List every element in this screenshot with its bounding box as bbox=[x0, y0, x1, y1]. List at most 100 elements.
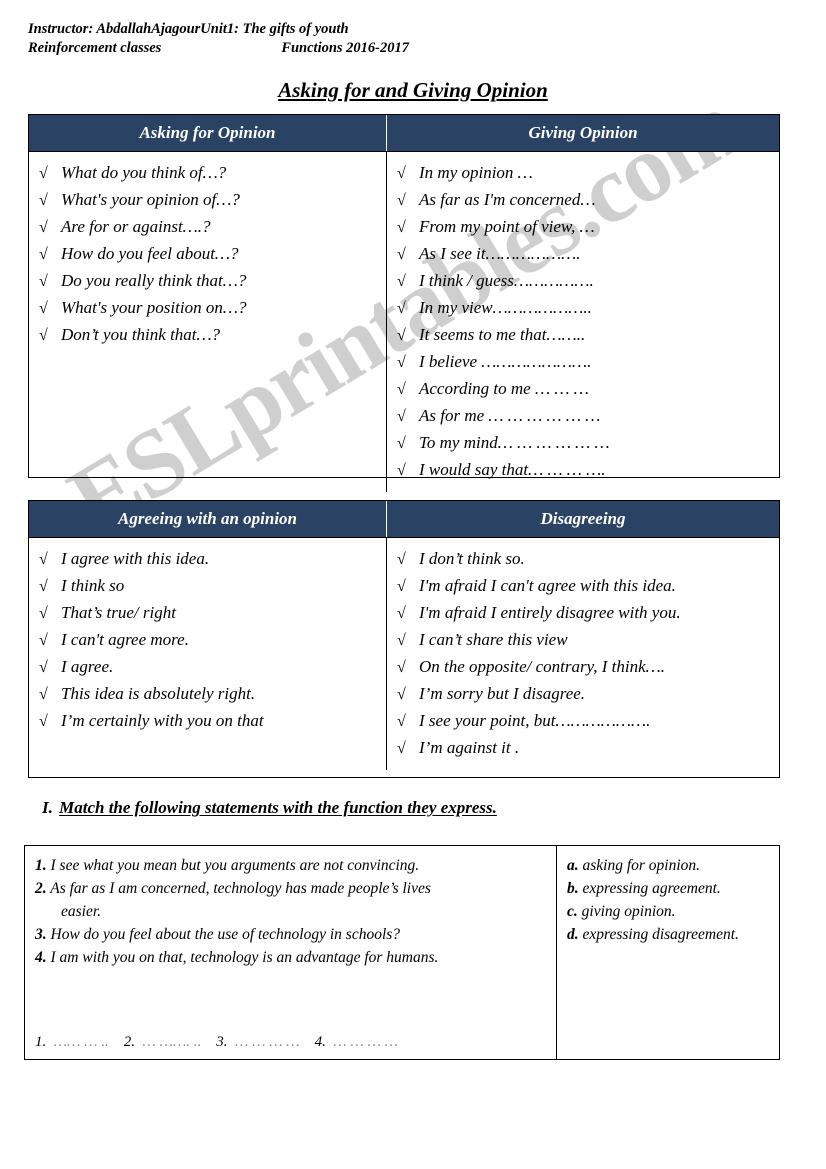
table1-cell-asking-for-opinion: √ What do you think of…? √ What's your opin… bbox=[29, 152, 387, 492]
disagreeing-phrase-text: I don’t think so. bbox=[419, 549, 525, 568]
statement-text: As far as I am concerned, technology has… bbox=[46, 880, 431, 897]
checkmark-icon: √ bbox=[397, 632, 406, 649]
checkmark-icon: √ bbox=[397, 327, 406, 344]
checkmark-icon: √ bbox=[397, 381, 406, 398]
agreeing-phrase-text: I can't agree more. bbox=[61, 630, 189, 649]
asking-phrase-text: What's your position on…? bbox=[61, 298, 247, 317]
asking-for-opinion-list: √ What do you think of…? √ What's your opin… bbox=[39, 160, 382, 349]
list-item: b. expressing agreement. bbox=[567, 877, 773, 900]
answer-slot-blank[interactable]: …… … .. bbox=[46, 1034, 109, 1050]
checkmark-icon: √ bbox=[39, 192, 48, 209]
function-option-label: b. bbox=[567, 880, 579, 897]
function-option-label: a. bbox=[567, 857, 579, 874]
disagreeing-phrase-text: On the opposite/ contrary, I think…. bbox=[419, 657, 666, 676]
checkmark-icon: √ bbox=[397, 273, 406, 290]
checkmark-icon: √ bbox=[39, 327, 48, 344]
giving-phrase-text: According to me … … … bbox=[419, 379, 589, 398]
list-item: √ I can't agree more. bbox=[39, 627, 382, 654]
header-line-secondary: Reinforcement classes Functions 2016-2017 bbox=[28, 39, 628, 58]
checkmark-icon: √ bbox=[397, 435, 406, 452]
checkmark-icon: √ bbox=[397, 300, 406, 317]
header-reinforcement-classes: Reinforcement classes bbox=[28, 40, 162, 56]
agreeing-phrase-text: I agree. bbox=[61, 657, 114, 676]
answer-slot-blank[interactable]: … … … … bbox=[326, 1034, 398, 1050]
giving-phrase-text: As far as I'm concerned… bbox=[419, 190, 596, 209]
checkmark-icon: √ bbox=[39, 632, 48, 649]
giving-phrase-text: I believe …………………. bbox=[419, 352, 592, 371]
list-item: 2. As far as I am concerned, technology … bbox=[35, 877, 550, 923]
list-item: 3. How do you feel about the use of tech… bbox=[35, 923, 550, 946]
list-item: √ I see your point, but………………. bbox=[397, 708, 775, 735]
answer-slot-blank[interactable]: … ……. .. bbox=[135, 1034, 202, 1050]
list-item: √ I think / guess……………. bbox=[397, 268, 775, 295]
disagreeing-phrase-text: I see your point, but………………. bbox=[419, 711, 651, 730]
checkmark-icon: √ bbox=[397, 605, 406, 622]
header-functions-year: Functions 2016-2017 bbox=[281, 40, 410, 56]
checkmark-icon: √ bbox=[397, 713, 406, 730]
exercise-number: I. bbox=[42, 798, 53, 817]
list-item: √ From my point of view, … bbox=[397, 214, 775, 241]
table1-cell-giving-opinion: √ In my opinion … √ As far as I'm concerned… bbox=[387, 152, 779, 492]
answer-slot-number: 1. bbox=[35, 1034, 47, 1050]
asking-phrase-text: What do you think of…? bbox=[61, 163, 227, 182]
checkmark-icon: √ bbox=[39, 165, 48, 182]
giving-phrase-text: To my mind… … … … … … bbox=[419, 433, 610, 452]
matching-exercise-table: 1. I see what you mean but you arguments… bbox=[24, 845, 780, 1060]
checkmark-icon: √ bbox=[39, 219, 48, 236]
checkmark-icon: √ bbox=[39, 273, 48, 290]
list-item: c. giving opinion. bbox=[567, 900, 773, 923]
list-item: √ I can’t share this view bbox=[397, 627, 775, 654]
list-item: √ I’m against it . bbox=[397, 735, 775, 762]
table2-cell-agreeing: √ I agree with this idea. √ I think so √ That… bbox=[29, 538, 387, 770]
table1-body: √ What do you think of…? √ What's your opin… bbox=[29, 152, 779, 492]
checkmark-icon: √ bbox=[397, 165, 406, 182]
list-item: √ I'm afraid I can't agree with this idea… bbox=[397, 573, 775, 600]
list-item: √ In my view……………….. bbox=[397, 295, 775, 322]
checkmark-icon: √ bbox=[397, 659, 406, 676]
answer-slot-blank[interactable]: … … … … bbox=[228, 1034, 300, 1050]
statement-label: 2. bbox=[35, 880, 47, 897]
agreeing-list: √ I agree with this idea. √ I think so √ That… bbox=[39, 546, 382, 735]
asking-phrase-text: Are for or against….? bbox=[61, 217, 211, 236]
function-option-text: giving opinion. bbox=[577, 903, 676, 920]
answer-slots-row[interactable]: 1. …… … .. 2. … ……. .. 3. … … … … 4. … …… bbox=[35, 1034, 413, 1051]
disagreeing-phrase-text: I'm afraid I can't agree with this idea. bbox=[419, 576, 676, 595]
checkmark-icon: √ bbox=[39, 246, 48, 263]
opinion-phrases-table: Asking for Opinion Giving Opinion √ What … bbox=[28, 114, 780, 492]
checkmark-icon: √ bbox=[397, 246, 406, 263]
checkmark-icon: √ bbox=[39, 578, 48, 595]
giving-opinion-list: √ In my opinion … √ As far as I'm concerned… bbox=[397, 160, 775, 484]
asking-phrase-text: How do you feel about…? bbox=[61, 244, 239, 263]
answer-slot-number: 3. bbox=[216, 1034, 228, 1050]
list-item: √ It seems to me that…….. bbox=[397, 322, 775, 349]
list-item: 1. I see what you mean but you arguments… bbox=[35, 854, 550, 877]
disagreeing-phrase-text: I’m against it . bbox=[419, 738, 520, 757]
agreeing-phrase-text: I think so bbox=[61, 576, 125, 595]
checkmark-icon: √ bbox=[39, 686, 48, 703]
document-header: Instructor: AbdallahAjagourUnit1: The gi… bbox=[28, 20, 628, 58]
list-item: √ I’m certainly with you on that bbox=[39, 708, 382, 735]
checkmark-icon: √ bbox=[397, 462, 406, 479]
matching-functions-list: a. asking for opinion. b. expressing agre… bbox=[567, 854, 773, 946]
answer-slot-gap bbox=[398, 1034, 413, 1050]
exercise-instruction: I. Match the following statements with t… bbox=[42, 798, 497, 818]
disagreeing-list: √ I don’t think so. √ I'm afraid I can't ag… bbox=[397, 546, 775, 762]
asking-phrase-text: What's your opinion of…? bbox=[61, 190, 240, 209]
list-item: √ I agree. bbox=[39, 654, 382, 681]
statement-text: How do you feel about the use of technol… bbox=[46, 926, 401, 943]
list-item: a. asking for opinion. bbox=[567, 854, 773, 877]
giving-phrase-text: In my view……………….. bbox=[419, 298, 592, 317]
checkmark-icon: √ bbox=[397, 354, 406, 371]
statement-label: 3. bbox=[35, 926, 47, 943]
giving-phrase-text: As I see it………………. bbox=[419, 244, 581, 263]
table2-cell-disagreeing: √ I don’t think so. √ I'm afraid I can't ag… bbox=[387, 538, 779, 770]
function-option-label: c. bbox=[567, 903, 578, 920]
checkmark-icon: √ bbox=[397, 578, 406, 595]
list-item: √ I believe …………………. bbox=[397, 349, 775, 376]
statement-text-continued: easier. bbox=[61, 903, 102, 920]
list-item: √ What do you think of…? bbox=[39, 160, 382, 187]
agreeing-phrase-text: I’m certainly with you on that bbox=[61, 711, 264, 730]
list-item: √ I’m sorry but I disagree. bbox=[397, 681, 775, 708]
answer-slot-gap bbox=[109, 1034, 124, 1050]
list-item: √ This idea is absolutely right. bbox=[39, 681, 382, 708]
